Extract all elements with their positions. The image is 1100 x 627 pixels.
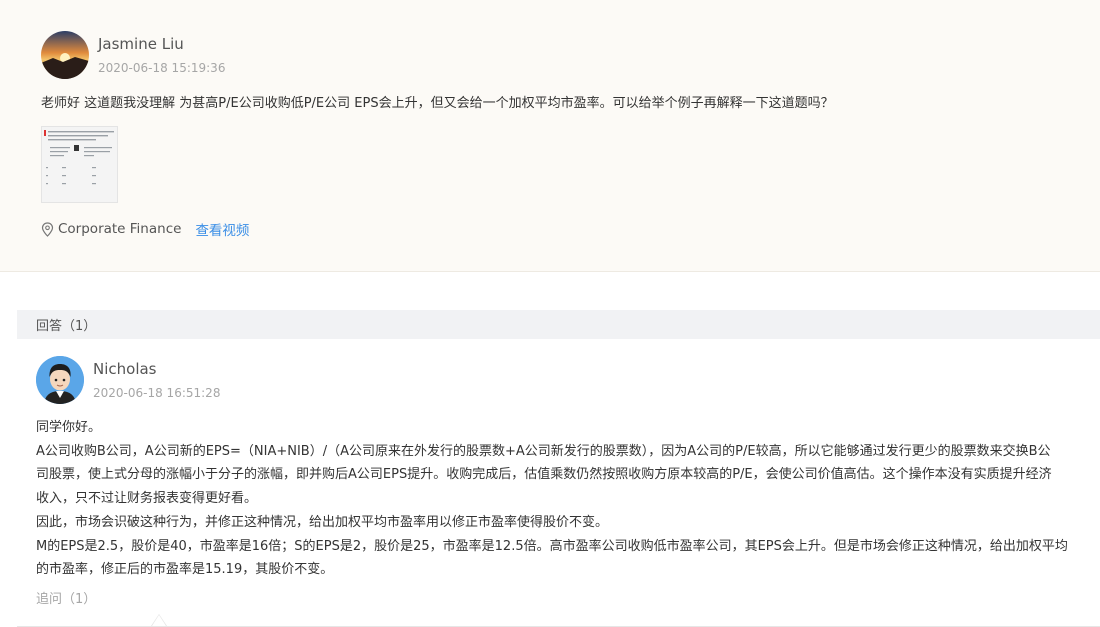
question-image-thumbnail[interactable] <box>41 126 118 203</box>
location-pin-icon <box>41 221 54 237</box>
answer-line: M的EPS是2.5，股价是40，市盈率是16倍；S的EPS是2，股价是25，市盈… <box>36 538 1068 554</box>
author-avatar[interactable] <box>41 31 89 79</box>
answer-line: 因此，市场会识破这种行为，并修正这种情况，给出加权平均市盈率用以修正市盈率使得股… <box>36 514 609 530</box>
question-text: 老师好 这道题我没理解 为甚高P/E公司收购低P/E公司 EPS会上升，但又会给… <box>41 96 834 111</box>
answers-header-bar: 回答（1） <box>17 310 1100 339</box>
answer-line: 同学你好。 <box>36 420 102 435</box>
post-timestamp: 2020-06-18 15:19:36 <box>98 61 226 75</box>
follow-up-caret <box>151 614 167 626</box>
answer-line: 司股票，使上式分母的涨幅小于分子的涨幅，即并购后A公司EPS提升。收购完成后，估… <box>36 467 1052 483</box>
follow-up-link[interactable]: 追问（1） <box>36 588 96 607</box>
answer-timestamp: 2020-06-18 16:51:28 <box>93 386 221 400</box>
watch-video-link[interactable]: 查看视频 <box>195 219 249 239</box>
answer-line: 收入，只不过让财务报表变得更好看。 <box>36 491 258 507</box>
answer-body: 同学你好。 A公司收购B公司，A公司新的EPS=（NIA+NIB）/（A公司原来… <box>36 416 1096 582</box>
answers-count-label: 回答（1） <box>36 319 97 334</box>
answer-line: A公司收购B公司，A公司新的EPS=（NIA+NIB）/（A公司原来在外发行的股… <box>36 443 1051 459</box>
question-card: Jasmine Liu 2020-06-18 15:19:36 老师好 这道题我… <box>0 0 1100 272</box>
answerer-avatar[interactable] <box>36 356 84 404</box>
answerer-name: Nicholas <box>93 360 157 378</box>
author-name: Jasmine Liu <box>98 35 184 53</box>
course-tag-row: Corporate Finance 查看视频 <box>41 219 249 239</box>
answer-line: 的市盈率，修正后的市盈率是15.19，其股价不变。 <box>36 562 334 578</box>
course-tag[interactable]: Corporate Finance <box>58 221 181 237</box>
